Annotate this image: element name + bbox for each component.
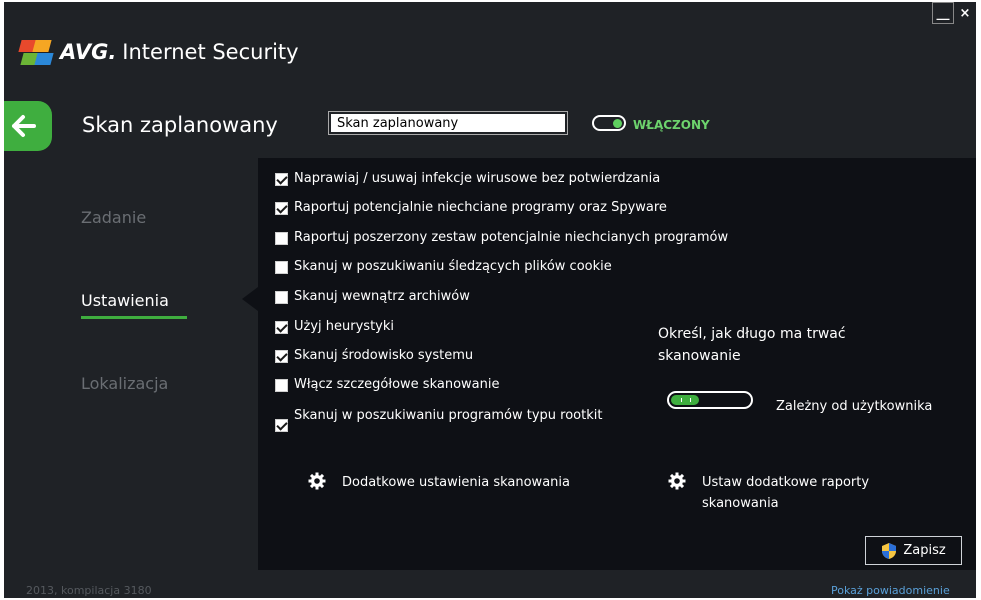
option-label: Włącz szczegółowe skanowanie bbox=[294, 377, 500, 392]
toggle-state-label: WŁĄCZONY bbox=[633, 118, 710, 132]
checkbox[interactable] bbox=[275, 232, 288, 245]
checkbox[interactable] bbox=[275, 173, 288, 186]
checkbox[interactable] bbox=[275, 202, 288, 215]
additional-settings-link[interactable]: Dodatkowe ustawienia skanowania bbox=[308, 472, 570, 493]
option-thorough-scan[interactable]: Włącz szczegółowe skanowanie bbox=[275, 377, 499, 392]
checkbox[interactable] bbox=[275, 321, 288, 334]
arrow-left-icon bbox=[12, 115, 36, 137]
additional-reports-link[interactable]: Ustaw dodatkowe raporty skanowania bbox=[668, 472, 888, 514]
option-system-environment[interactable]: Skanuj środowisko systemu bbox=[275, 348, 473, 363]
app-title: AVG. Internet Security bbox=[60, 40, 299, 64]
active-tab-pointer bbox=[242, 287, 258, 311]
option-heuristics[interactable]: Użyj heurystyki bbox=[275, 319, 394, 334]
app-brand: AVG. bbox=[60, 40, 117, 64]
build-info: 2013, kompilacja 3180 bbox=[26, 584, 152, 597]
option-scan-cookies[interactable]: Skanuj w poszukiwaniu śledzących plików … bbox=[275, 259, 612, 274]
save-button[interactable]: Zapisz bbox=[865, 536, 962, 565]
gear-icon bbox=[308, 472, 326, 490]
option-label: Użyj heurystyki bbox=[294, 319, 394, 334]
scan-enabled-toggle[interactable] bbox=[592, 115, 626, 131]
option-report-pup[interactable]: Raportuj potencjalnie niechciane program… bbox=[275, 200, 667, 215]
duration-slider[interactable] bbox=[667, 391, 753, 409]
active-tab-underline bbox=[81, 316, 187, 319]
minimize-button[interactable]: __ bbox=[932, 2, 954, 24]
page-title: Skan zaplanowany bbox=[82, 113, 278, 137]
checkbox[interactable] bbox=[275, 419, 288, 432]
sidebar-item-ustawienia[interactable]: Ustawienia bbox=[81, 291, 169, 310]
duration-title: Określ, jak długo ma trwać skanowanie bbox=[658, 326, 846, 364]
checkbox[interactable] bbox=[275, 291, 288, 304]
option-report-extended-pup[interactable]: Raportuj poszerzony zestaw potencjalnie … bbox=[275, 230, 728, 245]
option-rootkit[interactable]: Skanuj w poszukiwaniu programów typu roo… bbox=[275, 407, 605, 432]
option-label: Raportuj potencjalnie niechciane program… bbox=[294, 200, 667, 215]
app-product: Internet Security bbox=[122, 40, 299, 64]
save-label: Zapisz bbox=[903, 543, 946, 558]
checkbox[interactable] bbox=[275, 379, 288, 392]
option-label: Skanuj w poszukiwaniu śledzących plików … bbox=[294, 259, 612, 274]
scan-name-input[interactable] bbox=[328, 111, 568, 135]
window-controls: __ × bbox=[932, 2, 976, 24]
sidebar-item-zadanie[interactable]: Zadanie bbox=[81, 208, 146, 227]
shield-icon bbox=[882, 542, 897, 559]
option-label: Skanuj środowisko systemu bbox=[294, 348, 474, 363]
additional-settings-label: Dodatkowe ustawienia skanowania bbox=[342, 475, 570, 490]
slider-grip-icon bbox=[681, 398, 691, 402]
back-button[interactable] bbox=[4, 101, 52, 151]
app-window: __ × AVG. Internet Security Skan zaplanow… bbox=[4, 2, 976, 598]
close-button[interactable]: × bbox=[954, 2, 976, 24]
option-auto-heal[interactable]: Naprawiaj / usuwaj infekcje wirusowe bez… bbox=[275, 171, 660, 186]
option-label: Naprawiaj / usuwaj infekcje wirusowe bez… bbox=[294, 171, 661, 186]
duration-value-label: Zależny od użytkownika bbox=[776, 399, 933, 414]
option-label: Raportuj poszerzony zestaw potencjalnie … bbox=[294, 230, 729, 245]
option-label: Skanuj w poszukiwaniu programów typu roo… bbox=[294, 408, 603, 423]
option-scan-archives[interactable]: Skanuj wewnątrz archiwów bbox=[275, 289, 470, 304]
toggle-knob bbox=[613, 119, 622, 128]
checkbox[interactable] bbox=[275, 261, 288, 274]
gear-icon bbox=[668, 472, 686, 490]
avg-logo-icon bbox=[18, 38, 56, 66]
app-header: AVG. Internet Security bbox=[18, 38, 299, 66]
show-notification-link[interactable]: Pokaż powiadomienie bbox=[831, 584, 950, 597]
sidebar-item-lokalizacja[interactable]: Lokalizacja bbox=[81, 374, 168, 393]
settings-panel: Naprawiaj / usuwaj infekcje wirusowe bez… bbox=[258, 158, 976, 570]
additional-reports-label: Ustaw dodatkowe raporty skanowania bbox=[702, 475, 870, 511]
checkbox[interactable] bbox=[275, 350, 288, 363]
option-label: Skanuj wewnątrz archiwów bbox=[294, 289, 470, 304]
